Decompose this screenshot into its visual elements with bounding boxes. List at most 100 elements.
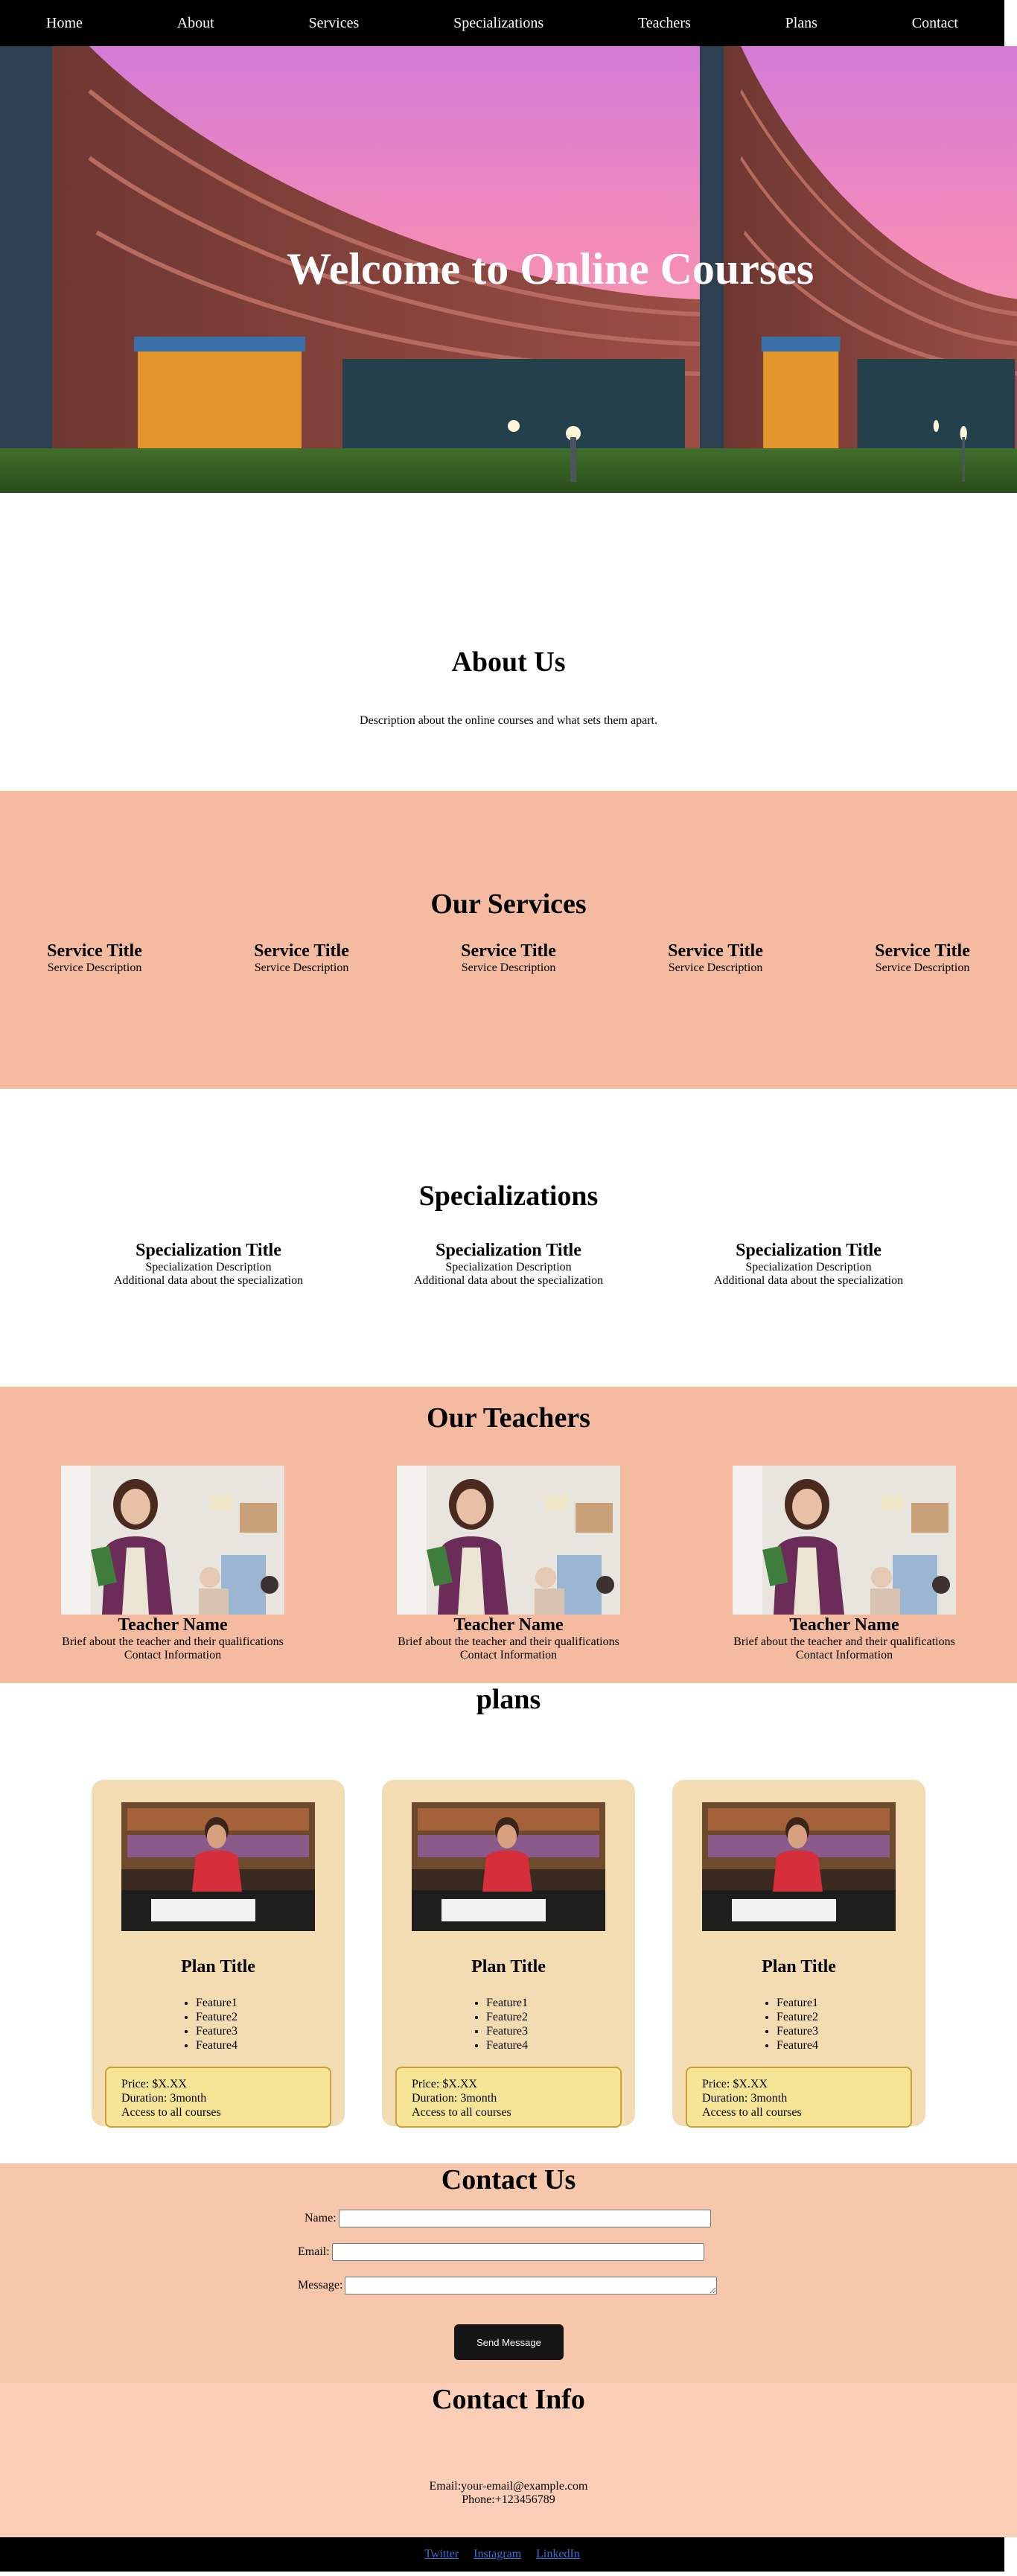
- teacher-contact: Contact Information: [124, 1649, 222, 1661]
- service-title: Service Title: [254, 941, 349, 961]
- plan-feature: Feature1: [196, 1996, 237, 2010]
- service-description: Service Description: [461, 961, 556, 974]
- specialization-title: Specialization Title: [736, 1241, 881, 1260]
- specialization-title: Specialization Title: [136, 1241, 281, 1260]
- plan-price: Price: $X.XX: [412, 2078, 477, 2090]
- contact-section: Contact Us Name: Email: Message: Send Me…: [0, 2163, 1017, 2383]
- email-row: Email:: [298, 2243, 704, 2261]
- teacher-card: Teacher Name Brief about the teacher and…: [61, 1466, 284, 1662]
- plan-photo: [121, 1802, 315, 1931]
- plan-features: Feature1 Feature2 Feature3 Feature4: [486, 1996, 528, 2052]
- teachers-title: Our Teachers: [427, 1402, 590, 1434]
- plan-photo: [702, 1802, 896, 1931]
- contact-title: Contact Us: [441, 2164, 576, 2195]
- footer-link-linkedin[interactable]: LinkedIn: [536, 2548, 580, 2561]
- plan-access: Access to all courses: [412, 2106, 511, 2119]
- plan-price-box: Price: $X.XX Duration: 3month Access to …: [395, 2067, 622, 2128]
- name-field[interactable]: [338, 2210, 711, 2227]
- specialization-extra: Additional data about the specialization: [713, 1274, 904, 1287]
- footer-link-instagram[interactable]: Instagram: [474, 2548, 521, 2561]
- plan-duration: Duration: 3month: [121, 2092, 207, 2105]
- specializations-section: Specializations Specialization Title Spe…: [0, 1089, 1017, 1387]
- message-label: Message:: [298, 2279, 343, 2292]
- plan-photo: [412, 1802, 605, 1931]
- hero-section: Welcome to Online Courses: [0, 46, 1017, 493]
- nav-link-home[interactable]: Home: [46, 15, 83, 32]
- specialization-card: Specialization Title Specialization Desc…: [112, 1241, 305, 1288]
- plan-feature: Feature2: [486, 2010, 528, 2024]
- services-list: Service Title Service Description Servic…: [0, 941, 1017, 975]
- plan-title: Plan Title: [471, 1957, 546, 1976]
- teachers-section: Our Teachers Teacher Name Brief about th…: [0, 1387, 1017, 1683]
- service-description: Service Description: [668, 961, 763, 974]
- plan-features: Feature1 Feature2 Feature3 Feature4: [196, 1996, 237, 2052]
- services-section: Our Services Service Title Service Descr…: [0, 791, 1017, 1089]
- nav-link-services[interactable]: Services: [309, 15, 360, 32]
- service-description: Service Description: [47, 961, 142, 974]
- service-card: Service Title Service Description: [667, 941, 764, 975]
- plan-access: Access to all courses: [121, 2106, 221, 2119]
- message-row: Message:: [298, 2277, 718, 2294]
- footer-link-twitter[interactable]: Twitter: [424, 2548, 459, 2561]
- plan-card: Plan Title Feature1 Feature2 Feature3 Fe…: [672, 1780, 925, 2128]
- service-card: Service Title Service Description: [46, 941, 143, 975]
- service-description: Service Description: [254, 961, 349, 974]
- plan-feature: Feature1: [486, 1996, 528, 2010]
- contact-info-section: Contact Info Email:your-email@example.co…: [0, 2383, 1017, 2537]
- specialization-card: Specialization Title Specialization Desc…: [712, 1241, 905, 1288]
- name-label: Name:: [305, 2212, 337, 2224]
- service-title: Service Title: [47, 941, 142, 961]
- teacher-photo: [733, 1466, 956, 1615]
- message-field[interactable]: [345, 2277, 718, 2294]
- specializations-list: Specialization Title Specialization Desc…: [0, 1241, 1017, 1288]
- plan-title: Plan Title: [181, 1957, 255, 1976]
- about-title: About Us: [451, 646, 566, 678]
- plan-feature: Feature2: [196, 2010, 237, 2024]
- teacher-card: Teacher Name Brief about the teacher and…: [397, 1466, 620, 1662]
- name-row: Name:: [305, 2210, 711, 2227]
- specialization-description: Specialization Description: [445, 1261, 572, 1273]
- nav-edge: [1004, 0, 1017, 46]
- nav-link-contact[interactable]: Contact: [912, 15, 958, 32]
- service-card: Service Title Service Description: [874, 941, 971, 975]
- teacher-card: Teacher Name Brief about the teacher and…: [733, 1466, 956, 1662]
- specialization-description: Specialization Description: [145, 1261, 272, 1273]
- footer: Twitter Instagram LinkedIn: [0, 2537, 1004, 2572]
- teacher-name: Teacher Name: [789, 1615, 899, 1635]
- nav-link-about[interactable]: About: [177, 15, 214, 32]
- service-card: Service Title Service Description: [253, 941, 350, 975]
- service-title: Service Title: [875, 941, 970, 961]
- email-field[interactable]: [331, 2243, 704, 2261]
- plan-title: Plan Title: [762, 1957, 836, 1976]
- plan-card: Plan Title Feature1 Feature2 Feature3 Fe…: [92, 1780, 345, 2128]
- teacher-bio: Brief about the teacher and their qualif…: [733, 1635, 955, 1648]
- teacher-bio: Brief about the teacher and their qualif…: [62, 1635, 284, 1648]
- about-section: About Us Description about the online co…: [0, 493, 1017, 791]
- hero-title: Welcome to Online Courses: [287, 244, 814, 293]
- contact-info-title: Contact Info: [432, 2384, 585, 2415]
- teacher-contact: Contact Information: [459, 1649, 558, 1661]
- teachers-list: Teacher Name Brief about the teacher and…: [0, 1466, 1017, 1662]
- email-label: Email:: [298, 2245, 330, 2258]
- plan-feature: Feature4: [196, 2038, 237, 2052]
- plan-price-box: Price: $X.XX Duration: 3month Access to …: [686, 2067, 912, 2128]
- plan-duration: Duration: 3month: [702, 2092, 788, 2105]
- service-description: Service Description: [875, 961, 970, 974]
- plan-feature: Feature1: [777, 1996, 818, 2010]
- plan-features: Feature1 Feature2 Feature3 Feature4: [777, 1996, 818, 2052]
- service-title: Service Title: [461, 941, 556, 961]
- specialization-extra: Additional data about the specialization: [113, 1274, 304, 1287]
- plan-feature: Feature2: [777, 2010, 818, 2024]
- plan-duration: Duration: 3month: [412, 2092, 497, 2105]
- plan-feature: Feature4: [486, 2038, 528, 2052]
- send-message-button[interactable]: Send Message: [454, 2324, 564, 2360]
- specialization-description: Specialization Description: [745, 1261, 872, 1273]
- nav-link-specializations[interactable]: Specializations: [453, 15, 543, 32]
- plan-access: Access to all courses: [702, 2106, 802, 2119]
- plan-feature: Feature3: [196, 2024, 237, 2038]
- specialization-title: Specialization Title: [436, 1241, 581, 1260]
- nav-link-plans[interactable]: Plans: [785, 15, 817, 32]
- plans-title: plans: [476, 1684, 541, 1715]
- plan-card: Plan Title Feature1 Feature2 Feature3 Fe…: [382, 1780, 635, 2128]
- nav-link-teachers[interactable]: Teachers: [638, 15, 691, 32]
